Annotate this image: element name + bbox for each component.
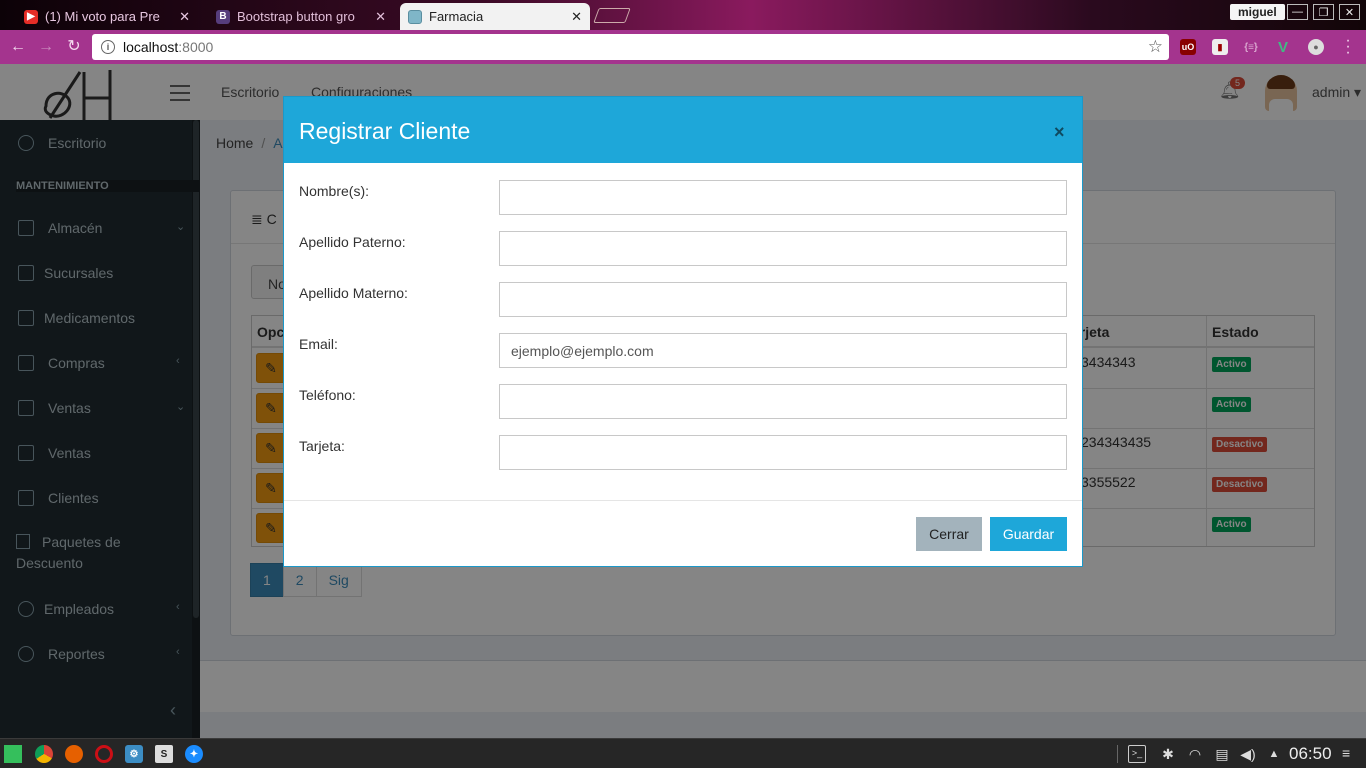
bootstrap-icon: B [216, 9, 230, 24]
opera-icon[interactable] [95, 745, 113, 763]
tarjeta-input[interactable] [499, 435, 1067, 470]
app-launcher-icon[interactable]: ⚙ [125, 745, 143, 763]
url-host: localhost [123, 39, 179, 55]
telefono-input[interactable] [499, 384, 1067, 419]
volume-icon[interactable]: ◀) [1239, 745, 1257, 763]
modal-footer-divider [284, 500, 1082, 501]
tab-bootstrap[interactable]: B Bootstrap button gro ✕ [208, 3, 394, 30]
vue-devtools-icon[interactable]: V [1275, 39, 1291, 56]
tray-divider [1117, 745, 1118, 763]
browser-toolbar: ← → ↻ i localhost :8000 ☆ uO ▮ {≡} V ● ·… [0, 30, 1366, 64]
tab-farmacia[interactable]: Farmacia ✕ [400, 3, 590, 30]
telefono-label: Teléfono: [299, 387, 356, 403]
browser-menu-icon[interactable]: · · · [1340, 33, 1356, 61]
chrome-icon[interactable] [35, 745, 53, 763]
profile-badge[interactable]: miguel [1230, 4, 1285, 20]
modal-header: Registrar Cliente × [284, 97, 1082, 163]
wifi-icon[interactable]: ◠ [1186, 745, 1204, 763]
screen: ▶ (1) Mi voto para Pre ✕ B Bootstrap but… [0, 0, 1366, 768]
window-close-button[interactable]: ✕ [1339, 4, 1360, 20]
email-field[interactable] [499, 333, 1067, 368]
info-icon[interactable]: i [101, 40, 115, 54]
network-icon[interactable]: ✱ [1159, 745, 1177, 763]
menu-icon[interactable]: ≡ [1342, 745, 1350, 761]
modal-title: Registrar Cliente [299, 118, 471, 144]
email-label: Email: [299, 336, 338, 352]
nombre-input[interactable] [499, 180, 1067, 215]
clipboard-icon[interactable]: ▤ [1213, 745, 1231, 763]
save-button[interactable]: Guardar [990, 517, 1067, 551]
tab-youtube[interactable]: ▶ (1) Mi voto para Pre ✕ [16, 3, 198, 30]
forward-arrow-icon[interactable]: → [36, 37, 56, 57]
form-row-telefono: Teléfono: [284, 384, 1082, 420]
nombre-label: Nombre(s): [299, 183, 370, 199]
os-taskbar: ⚙ S ✦ >_ ✱ ◠ ▤ ◀) ▲ 06:50 ≡ [0, 738, 1366, 768]
form-row-email: Email: [284, 333, 1082, 369]
sublime-icon[interactable]: S [155, 745, 173, 763]
firefox-icon[interactable] [65, 745, 83, 763]
tab-title: (1) Mi voto para Pre [45, 9, 160, 24]
tab-title: Farmacia [429, 9, 484, 24]
register-client-modal: Registrar Cliente × Nombre(s): Apellido … [283, 96, 1083, 567]
reload-icon[interactable]: ↻ [64, 37, 84, 57]
minimize-button[interactable]: — [1287, 4, 1308, 20]
maximize-button[interactable]: ❐ [1313, 4, 1334, 20]
messenger-icon[interactable]: ✦ [185, 745, 203, 763]
pharmacy-icon [408, 9, 422, 24]
tray-expand-icon[interactable]: ▲ [1265, 745, 1283, 763]
new-tab-button[interactable] [593, 8, 631, 23]
url-port: :8000 [178, 39, 214, 55]
clock[interactable]: 06:50 [1289, 744, 1332, 764]
close-icon[interactable]: ✕ [375, 9, 386, 25]
browser-tabstrip: ▶ (1) Mi voto para Pre ✕ B Bootstrap but… [0, 0, 1366, 30]
extension-icon[interactable]: ▮ [1212, 39, 1228, 55]
form-row-apellido-paterno: Apellido Paterno: [284, 231, 1082, 267]
back-arrow-icon[interactable]: ← [8, 37, 28, 57]
form-row-nombre: Nombre(s): [284, 180, 1082, 216]
close-icon[interactable]: ✕ [179, 9, 190, 25]
tab-title: Bootstrap button gro [237, 9, 355, 24]
form-row-tarjeta: Tarjeta: [284, 435, 1082, 471]
form-row-apellido-materno: Apellido Materno: [284, 282, 1082, 318]
manjaro-menu-icon[interactable] [4, 745, 22, 763]
cancel-button[interactable]: Cerrar [916, 517, 982, 551]
apellido-materno-input[interactable] [499, 282, 1067, 317]
terminal-icon[interactable]: >_ [1128, 745, 1146, 763]
apellido-paterno-input[interactable] [499, 231, 1067, 266]
modal-close-button[interactable]: × [1054, 122, 1065, 143]
apellido-paterno-label: Apellido Paterno: [299, 234, 406, 250]
apellido-materno-label: Apellido Materno: [299, 285, 408, 301]
json-extension-icon[interactable]: {≡} [1243, 39, 1259, 55]
ublock-icon[interactable]: uO [1180, 39, 1196, 55]
address-bar[interactable]: i localhost :8000 ☆ [92, 34, 1169, 60]
extension-icon[interactable]: ● [1308, 39, 1324, 55]
youtube-icon: ▶ [24, 9, 38, 24]
bookmark-star-icon[interactable]: ☆ [1148, 37, 1163, 57]
close-icon[interactable]: ✕ [571, 9, 582, 25]
tarjeta-label: Tarjeta: [299, 438, 345, 454]
